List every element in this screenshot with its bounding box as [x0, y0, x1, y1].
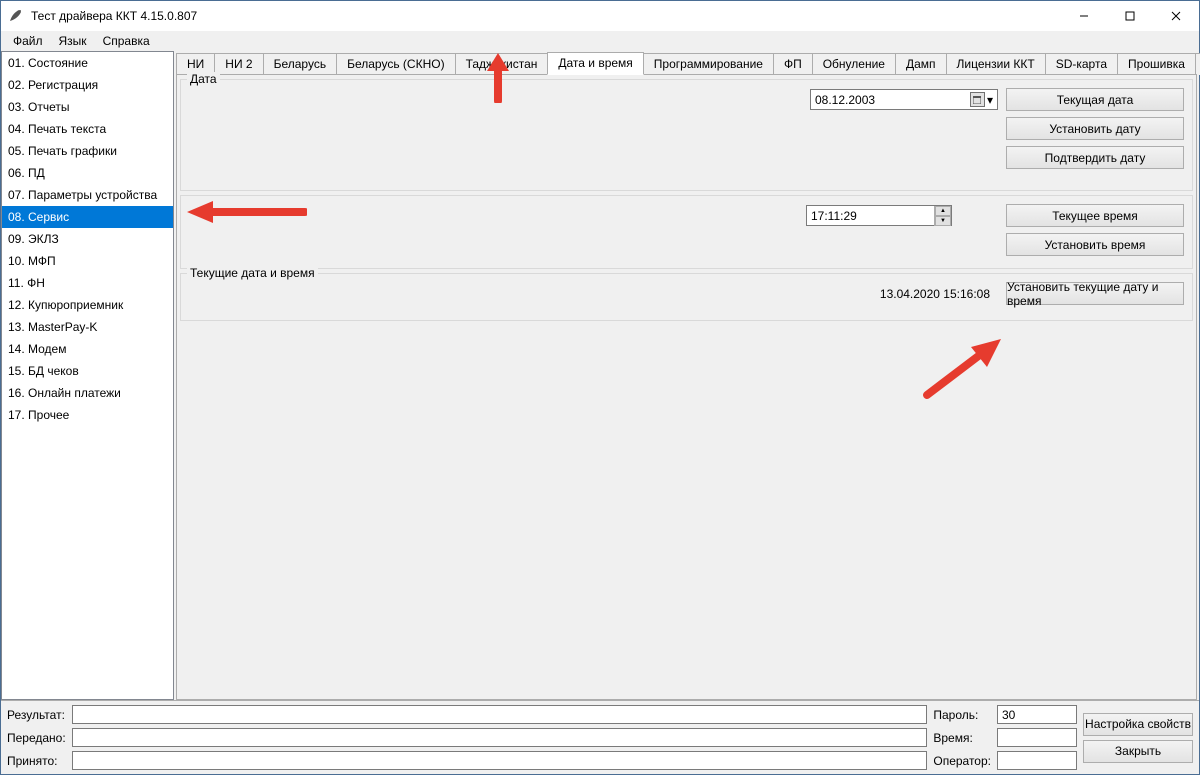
- sidebar-item-0[interactable]: 01. Состояние: [2, 52, 173, 74]
- bottom-panel: Результат: Пароль: Настройка свойств Зак…: [1, 700, 1199, 774]
- set-current-datetime-button[interactable]: Установить текущие дату и время: [1006, 282, 1184, 305]
- confirm-date-button[interactable]: Подтвердить дату: [1006, 146, 1184, 169]
- menubar: Файл Язык Справка: [1, 31, 1199, 51]
- result-label: Результат:: [7, 708, 66, 722]
- app-icon: [7, 7, 25, 25]
- content-area: НИНИ 2БеларусьБеларусь (СКНО)Таджикистан…: [174, 51, 1199, 700]
- tab-2[interactable]: Беларусь: [263, 53, 337, 75]
- sent-field[interactable]: [72, 728, 928, 747]
- operator-field[interactable]: [997, 751, 1077, 770]
- date-input[interactable]: 08.12.2003 ▾: [810, 89, 998, 110]
- set-time-button[interactable]: Установить время: [1006, 233, 1184, 256]
- calendar-dropdown-icon[interactable]: [970, 92, 985, 107]
- tab-5[interactable]: Дата и время: [547, 52, 643, 75]
- sidebar-item-5[interactable]: 06. ПД: [2, 162, 173, 184]
- tab-9[interactable]: Дамп: [895, 53, 947, 75]
- window-title: Тест драйвера ККТ 4.15.0.807: [31, 9, 1061, 23]
- sidebar-item-2[interactable]: 03. Отчеты: [2, 96, 173, 118]
- sidebar-item-15[interactable]: 16. Онлайн платежи: [2, 382, 173, 404]
- chevron-down-icon[interactable]: ▾: [987, 93, 993, 107]
- tab-8[interactable]: Обнуление: [812, 53, 896, 75]
- sidebar-item-1[interactable]: 02. Регистрация: [2, 74, 173, 96]
- tabs: НИНИ 2БеларусьБеларусь (СКНО)Таджикистан…: [176, 53, 1197, 74]
- time-label: Время:: [933, 731, 991, 745]
- tab-3[interactable]: Беларусь (СКНО): [336, 53, 455, 75]
- sidebar-item-10[interactable]: 11. ФН: [2, 272, 173, 294]
- group-current-legend: Текущие дата и время: [187, 266, 318, 280]
- tab-1[interactable]: НИ 2: [214, 53, 263, 75]
- sidebar-item-13[interactable]: 14. Модем: [2, 338, 173, 360]
- menu-help[interactable]: Справка: [97, 33, 156, 49]
- recv-label: Принято:: [7, 754, 66, 768]
- time-input[interactable]: 17:11:29 ▲▼: [806, 205, 952, 226]
- group-current: Текущие дата и время 13.04.2020 15:16:08…: [180, 273, 1193, 321]
- recv-field[interactable]: [72, 751, 928, 770]
- properties-button[interactable]: Настройка свойств: [1083, 713, 1193, 736]
- group-time: 17:11:29 ▲▼ Текущее время Установить вре…: [180, 195, 1193, 269]
- tab-12[interactable]: Прошивка: [1117, 53, 1196, 75]
- group-date-legend: Дата: [187, 72, 220, 86]
- operator-label: Оператор:: [933, 754, 991, 768]
- tab-11[interactable]: SD-карта: [1045, 53, 1118, 75]
- minimize-button[interactable]: [1061, 1, 1107, 31]
- sidebar-item-11[interactable]: 12. Купюроприемник: [2, 294, 173, 316]
- time-spinner[interactable]: ▲▼: [934, 206, 951, 226]
- sidebar-item-4[interactable]: 05. Печать графики: [2, 140, 173, 162]
- sidebar-item-3[interactable]: 04. Печать текста: [2, 118, 173, 140]
- time-field[interactable]: [997, 728, 1077, 747]
- group-date: Дата 08.12.2003 ▾ Текущая дата Установит…: [180, 79, 1193, 191]
- current-datetime-value: 13.04.2020 15:16:08: [880, 287, 990, 301]
- tab-body: Дата 08.12.2003 ▾ Текущая дата Установит…: [176, 74, 1197, 700]
- password-label: Пароль:: [933, 708, 991, 722]
- maximize-button[interactable]: [1107, 1, 1153, 31]
- tab-4[interactable]: Таджикистан: [455, 53, 549, 75]
- sidebar-item-9[interactable]: 10. МФП: [2, 250, 173, 272]
- sidebar-item-14[interactable]: 15. БД чеков: [2, 360, 173, 382]
- sidebar-item-6[interactable]: 07. Параметры устройства: [2, 184, 173, 206]
- close-app-button[interactable]: Закрыть: [1083, 740, 1193, 763]
- tab-6[interactable]: Программирование: [643, 53, 774, 75]
- sidebar-item-16[interactable]: 17. Прочее: [2, 404, 173, 426]
- sidebar-item-12[interactable]: 13. MasterPay-K: [2, 316, 173, 338]
- tab-7[interactable]: ФП: [773, 53, 813, 75]
- tab-10[interactable]: Лицензии ККТ: [946, 53, 1046, 75]
- set-date-button[interactable]: Установить дату: [1006, 117, 1184, 140]
- sidebar: 01. Состояние02. Регистрация03. Отчеты04…: [1, 51, 174, 700]
- sidebar-item-7[interactable]: 08. Сервис: [2, 206, 173, 228]
- main-area: 01. Состояние02. Регистрация03. Отчеты04…: [1, 51, 1199, 700]
- close-button[interactable]: [1153, 1, 1199, 31]
- sent-label: Передано:: [7, 731, 66, 745]
- menu-file[interactable]: Файл: [7, 33, 49, 49]
- result-field[interactable]: [72, 705, 928, 724]
- app-window: Тест драйвера ККТ 4.15.0.807 Файл Язык С…: [0, 0, 1200, 775]
- current-time-button[interactable]: Текущее время: [1006, 204, 1184, 227]
- sidebar-item-8[interactable]: 09. ЭКЛЗ: [2, 228, 173, 250]
- current-date-button[interactable]: Текущая дата: [1006, 88, 1184, 111]
- titlebar: Тест драйвера ККТ 4.15.0.807: [1, 1, 1199, 31]
- arrow-to-button: [917, 333, 1007, 403]
- menu-language[interactable]: Язык: [53, 33, 93, 49]
- password-field[interactable]: [997, 705, 1077, 724]
- tab-13[interactable]: Авторизация: [1195, 53, 1200, 75]
